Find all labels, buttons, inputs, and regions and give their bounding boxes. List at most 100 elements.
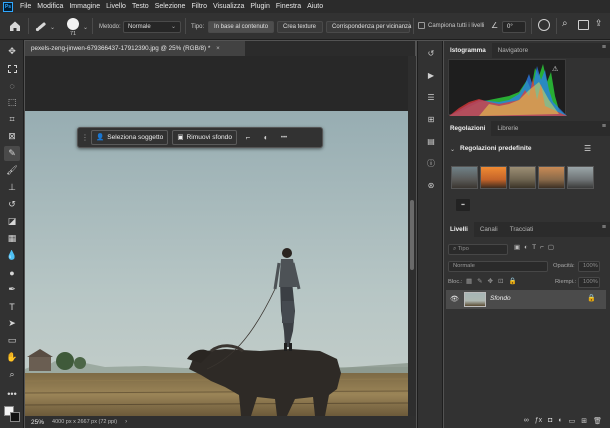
layer-filter-icons[interactable]: ▣◐T⌐▢ xyxy=(514,243,558,251)
layer-row[interactable]: 👁 Sfondo 🔒 xyxy=(446,290,606,309)
tab-librerie[interactable]: Librerie xyxy=(491,121,524,136)
tab-navigatore[interactable]: Navigatore xyxy=(492,43,534,58)
layer-comps-icon[interactable]: ☰ xyxy=(424,91,438,104)
preset-thumbnail-5[interactable] xyxy=(567,166,594,189)
list-view-icon[interactable]: ☰ xyxy=(584,144,591,153)
background-color-swatch[interactable] xyxy=(10,412,20,422)
frame-tool-icon[interactable]: ⊠ xyxy=(4,129,20,144)
tab-livelli[interactable]: Livelli xyxy=(444,222,474,237)
opacity-input[interactable]: 100% xyxy=(578,261,600,272)
more-presets-icon[interactable]: ▪︎▪︎ xyxy=(456,199,470,211)
pen-tool-icon[interactable]: ✒ xyxy=(4,282,20,297)
new-layer-icon[interactable]: ⊞ xyxy=(581,417,587,425)
tipo-create-texture-button[interactable]: Crea texture xyxy=(277,21,323,33)
chevron-right-icon[interactable]: › xyxy=(125,419,127,425)
tab-tracciati[interactable]: Tracciati xyxy=(504,222,540,237)
chevron-down-icon[interactable]: ⌄ xyxy=(83,24,88,31)
hand-tool-icon[interactable]: ✋ xyxy=(4,350,20,365)
clone-stamp-tool-icon[interactable]: ⊥ xyxy=(4,180,20,195)
type-tool-icon[interactable]: T xyxy=(4,299,20,314)
spot-healing-brush-tool-icon[interactable]: ✎ xyxy=(4,146,20,161)
visibility-eye-icon[interactable]: 👁 xyxy=(450,295,459,303)
menu-selezione[interactable]: Selezione xyxy=(152,3,189,10)
search-icon[interactable]: ⌕ xyxy=(562,18,568,29)
select-subject-button[interactable]: 👤 Seleziona soggetto xyxy=(91,130,169,145)
share-icon[interactable]: ⇪ xyxy=(595,18,603,29)
workspace-icon[interactable] xyxy=(578,20,589,30)
document-info[interactable]: 4000 px x 2667 px (72 ppi) xyxy=(52,419,117,425)
transform-icon[interactable]: ⌐ xyxy=(241,133,255,142)
eraser-tool-icon[interactable]: ◪ xyxy=(4,214,20,229)
menu-file[interactable]: File xyxy=(17,3,34,10)
dodge-tool-icon[interactable]: ● xyxy=(4,265,20,280)
comments-icon[interactable]: ▤ xyxy=(424,135,438,148)
document-image[interactable] xyxy=(25,111,408,416)
angle-input[interactable]: 0° xyxy=(502,21,526,33)
panel-menu-icon[interactable]: ≡ xyxy=(602,123,606,130)
panel-menu-icon[interactable]: ≡ xyxy=(602,44,606,51)
brushes-icon[interactable]: ⊛ xyxy=(424,179,438,192)
lock-icons[interactable]: ▦✎✥⊡🔒 xyxy=(466,277,522,285)
add-mask-icon[interactable]: ◘ xyxy=(548,417,552,424)
more-options-icon[interactable]: ••• xyxy=(277,135,291,141)
adjustment-layer-icon[interactable]: ◐ xyxy=(558,417,562,424)
sample-all-layers-checkbox[interactable] xyxy=(418,22,425,29)
brush-preview-icon[interactable] xyxy=(67,18,79,30)
menu-filtro[interactable]: Filtro xyxy=(188,3,210,10)
lasso-tool-icon[interactable]: ◌ xyxy=(4,78,20,93)
spot-healing-brush-icon[interactable] xyxy=(34,19,48,33)
tipo-content-aware-button[interactable]: In base al contenuto xyxy=(208,21,274,33)
info-icon[interactable]: ⓘ xyxy=(424,157,438,170)
zoom-tool-icon[interactable]: ⌕ xyxy=(4,367,20,382)
panel-menu-icon[interactable]: ≡ xyxy=(602,224,606,231)
preset-thumbnail-4[interactable] xyxy=(538,166,565,189)
scrollbar-thumb[interactable] xyxy=(410,200,414,270)
link-layers-icon[interactable]: ∞ xyxy=(524,417,529,424)
document-tab[interactable]: pexels-zeng-jinwen-679366437-17912390.jp… xyxy=(25,41,245,56)
path-selection-tool-icon[interactable]: ➤ xyxy=(4,316,20,331)
marquee-tool-icon[interactable] xyxy=(4,61,20,76)
more-tools-icon[interactable]: ••• xyxy=(4,386,20,401)
blend-mode-select[interactable]: Normale xyxy=(448,261,548,272)
delete-layer-icon[interactable]: 🗑 xyxy=(593,417,602,425)
layer-style-icon[interactable]: ƒx xyxy=(535,417,542,424)
menu-aiuto[interactable]: Aiuto xyxy=(304,3,326,10)
home-icon[interactable] xyxy=(8,19,22,33)
gradient-tool-icon[interactable]: ▦ xyxy=(4,231,20,246)
zoom-level[interactable]: 25% xyxy=(31,419,44,426)
history-brush-tool-icon[interactable]: ↺ xyxy=(4,197,20,212)
rectangle-tool-icon[interactable]: ▭ xyxy=(4,333,20,348)
tab-canali[interactable]: Canali xyxy=(474,222,504,237)
layer-name[interactable]: Sfondo xyxy=(490,295,511,302)
properties-icon[interactable]: ⊞ xyxy=(424,113,438,126)
object-selection-tool-icon[interactable]: ⬚ xyxy=(4,95,20,110)
chevron-down-icon[interactable]: ⌄ xyxy=(450,146,455,153)
metodo-select[interactable]: Normale ⌄ xyxy=(123,21,181,33)
tab-regolazioni[interactable]: Regolazioni xyxy=(444,121,492,136)
history-icon[interactable]: ↺ xyxy=(424,47,438,60)
new-group-icon[interactable]: ▭ xyxy=(569,417,576,425)
menu-visualizza[interactable]: Visualizza xyxy=(210,3,247,10)
menu-modifica[interactable]: Modifica xyxy=(34,3,66,10)
remove-background-button[interactable]: ▣ Rimuovi sfondo xyxy=(172,130,237,145)
play-actions-icon[interactable]: ▶ xyxy=(424,69,438,82)
menu-finestra[interactable]: Finestra xyxy=(273,3,304,10)
warning-icon[interactable]: ⚠ xyxy=(552,65,558,73)
preset-thumbnail-3[interactable] xyxy=(509,166,536,189)
brush-tool-icon[interactable]: 🖌 xyxy=(4,163,20,178)
chevron-down-icon[interactable]: ⌄ xyxy=(50,24,55,31)
menu-plugin[interactable]: Plugin xyxy=(247,3,272,10)
layer-filter-input[interactable]: ⌕ Tipo xyxy=(448,244,508,255)
menu-testo[interactable]: Testo xyxy=(129,3,152,10)
close-icon[interactable]: × xyxy=(216,45,220,52)
tipo-proximity-match-button[interactable]: Corrispondenza per vicinanza xyxy=(326,21,411,33)
preset-thumbnail-2[interactable] xyxy=(480,166,507,189)
move-tool-icon[interactable]: ✥ xyxy=(4,44,20,59)
tab-istogramma[interactable]: Istogramma xyxy=(444,43,492,58)
preset-thumbnail-1[interactable] xyxy=(451,166,478,189)
pressure-size-icon[interactable] xyxy=(538,19,550,31)
crop-tool-icon[interactable]: ⌗ xyxy=(4,112,20,127)
adjustment-icon[interactable]: ◐ xyxy=(259,133,273,142)
menu-livello[interactable]: Livello xyxy=(103,3,129,10)
blur-tool-icon[interactable]: 💧 xyxy=(4,248,20,263)
